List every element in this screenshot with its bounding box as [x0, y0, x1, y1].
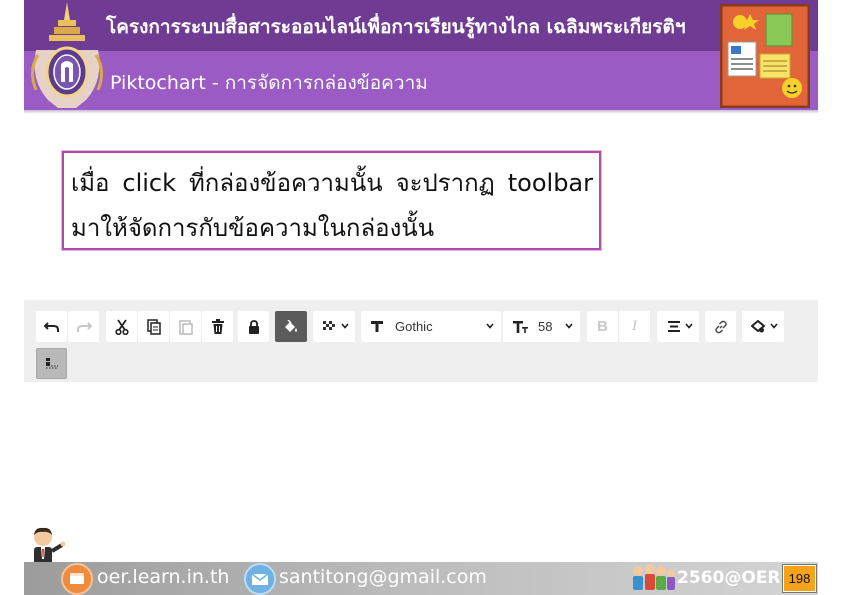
page-number: 198: [782, 564, 817, 593]
undo-icon: [43, 321, 59, 332]
header-subtitle: Piktochart - การจัดการกล่องข้อความ: [110, 72, 428, 94]
effects-select[interactable]: [742, 311, 784, 342]
chevron-down-icon: [486, 323, 494, 329]
footer-bar: oer.learn.in.th santitong@gmail.com 2560…: [24, 562, 818, 595]
chevron-down-icon: [770, 323, 778, 329]
align-icon: [667, 321, 680, 332]
transparency-icon: [323, 320, 335, 330]
callout-box: เมื่อ click ที่กล่องข้อความนั้น จะปรากฏ …: [62, 151, 601, 250]
redo-button[interactable]: [68, 311, 99, 342]
italic-button[interactable]: I: [619, 311, 650, 342]
website-icon: [61, 563, 93, 595]
delete-icon: [211, 319, 224, 334]
footer-email: santitong@gmail.com: [279, 566, 487, 588]
bold-button[interactable]: B: [587, 311, 618, 342]
chevron-down-icon: [565, 323, 573, 329]
cut-icon: [114, 318, 129, 335]
cut-button[interactable]: [106, 311, 137, 342]
footer-website: oer.learn.in.th: [97, 566, 230, 588]
font-family-select[interactable]: Gothic: [361, 311, 501, 342]
royal-emblem-icon: [31, 2, 103, 108]
text-toolbar: Gothic 58 B I: [24, 300, 818, 382]
font-family-value: Gothic: [395, 319, 433, 334]
footer-project: 2560@OER: [677, 568, 781, 588]
email-icon: [244, 563, 276, 595]
chevron-down-icon: [341, 323, 349, 329]
font-size-select[interactable]: 58: [503, 311, 580, 342]
students-group-icon: [633, 564, 675, 590]
text-align-select[interactable]: [657, 311, 699, 342]
bulletin-board-icon: [720, 4, 810, 108]
paste-icon: [178, 319, 193, 335]
copy-button[interactable]: [138, 311, 169, 342]
font-size-value: 58: [538, 319, 553, 334]
fill-color-button[interactable]: [275, 311, 307, 342]
undo-button[interactable]: [36, 311, 67, 342]
italic-icon: I: [632, 318, 637, 334]
header-shadow: [24, 110, 818, 114]
text-icon: [371, 321, 383, 332]
lock-icon: [248, 319, 259, 334]
text-size-icon: [513, 320, 528, 333]
header-banner: โครงการระบบสื่อสาระออนไลน์เพื่อการเรียนร…: [24, 0, 818, 114]
redo-icon: [76, 321, 92, 332]
fill-bucket-icon: [285, 319, 297, 332]
lock-button[interactable]: [238, 311, 269, 342]
delete-button[interactable]: [202, 311, 233, 342]
chevron-down-icon: [685, 323, 693, 329]
effects-icon: [751, 320, 766, 333]
header-title: โครงการระบบสื่อสาระออนไลน์เพื่อการเรียนร…: [106, 16, 686, 38]
transparency-select[interactable]: [313, 311, 355, 342]
paste-button[interactable]: [170, 311, 201, 342]
link-button[interactable]: [705, 311, 736, 342]
arrange-icon: [45, 357, 58, 368]
link-icon: [714, 320, 727, 333]
callout-text: เมื่อ click ที่กล่องข้อความนั้น จะปรากฏ …: [71, 169, 593, 242]
bold-icon: B: [597, 318, 608, 335]
copy-icon: [146, 318, 161, 335]
arrange-button[interactable]: [36, 348, 67, 379]
